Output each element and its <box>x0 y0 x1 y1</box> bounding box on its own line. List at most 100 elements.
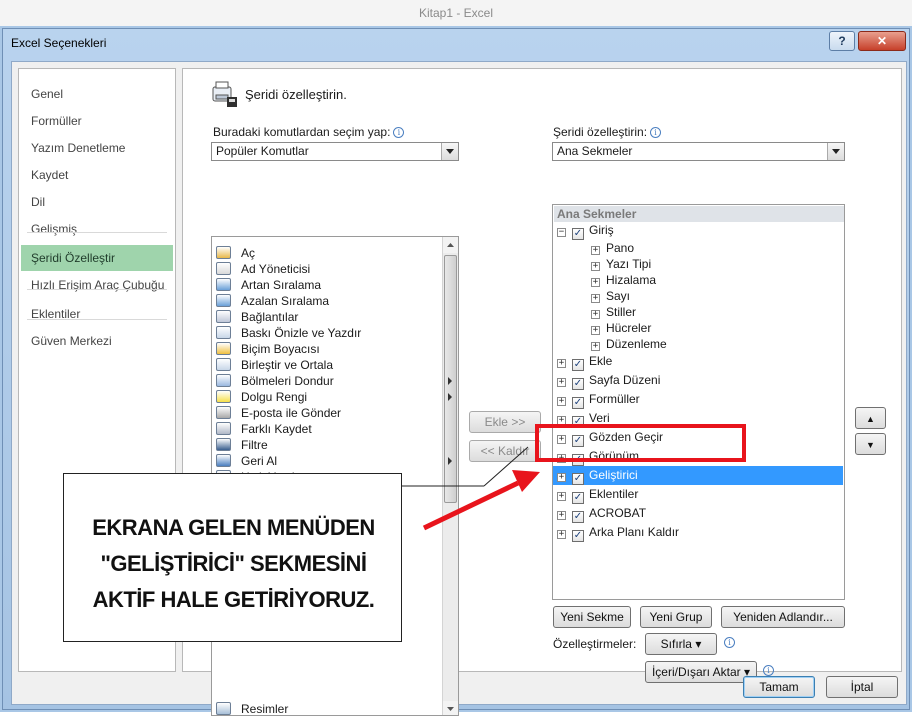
tree-tab-item[interactable]: + ✓ Geliştirici <box>557 466 638 485</box>
command-item[interactable]: Biçim Boyacısı <box>216 341 438 357</box>
expand-icon[interactable]: + <box>591 294 600 303</box>
expand-icon[interactable]: + <box>557 416 566 425</box>
ribbon-target-select[interactable]: Ana Sekmeler <box>552 142 845 161</box>
ribbon-target-label: Şeridi özelleştirin: i <box>553 125 662 139</box>
tree-item-label: Görünüm <box>589 449 640 463</box>
sidebar-item[interactable]: Yazım Denetleme <box>21 135 173 161</box>
command-item[interactable]: Birleştir ve Ortala <box>216 357 438 373</box>
tab-checkbox[interactable]: ✓ <box>572 416 584 428</box>
move-up-button[interactable]: ▲ <box>855 407 886 429</box>
chevron-down-icon[interactable] <box>827 143 844 160</box>
command-item[interactable]: Azalan Sıralama <box>216 293 438 309</box>
new-group-button[interactable]: Yeni Grup <box>640 606 712 628</box>
close-button[interactable]: ✕ <box>858 31 906 51</box>
command-item[interactable]: Bağlantılar <box>216 309 438 325</box>
sidebar-item[interactable]: Dil <box>21 189 173 215</box>
cancel-button[interactable]: İptal <box>826 676 898 698</box>
expand-icon[interactable]: + <box>557 511 566 520</box>
tree-tab-item[interactable]: + ✓ Veri <box>557 409 610 428</box>
expand-icon[interactable]: + <box>557 435 566 444</box>
chevron-down-icon[interactable] <box>441 143 458 160</box>
tab-checkbox[interactable]: ✓ <box>572 397 584 409</box>
tree-group-item[interactable]: + Sayı <box>591 288 630 304</box>
sidebar-item[interactable]: Kaydet <box>21 162 173 188</box>
tab-checkbox[interactable]: ✓ <box>572 511 584 523</box>
expand-icon[interactable]: + <box>591 278 600 287</box>
tree-group-item[interactable]: + Stiller <box>591 304 636 320</box>
command-item[interactable]: Aç <box>216 245 438 261</box>
expand-icon[interactable]: + <box>591 262 600 271</box>
collapse-icon[interactable]: − <box>557 228 566 237</box>
tree-tab-item[interactable]: + ✓ Gözden Geçir <box>557 428 663 447</box>
tree-group-item[interactable]: + Pano <box>591 240 634 256</box>
command-item[interactable]: Ad Yöneticisi <box>216 261 438 277</box>
submenu-arrow-icon <box>448 377 452 385</box>
tree-tab-item[interactable]: + ✓ Arka Planı Kaldır <box>557 523 679 542</box>
ok-button[interactable]: Tamam <box>743 676 815 698</box>
command-item[interactable]: E-posta ile Gönder <box>216 405 438 421</box>
tree-group-item[interactable]: + Yazı Tipi <box>591 256 651 272</box>
tree-tab-item[interactable]: + ✓ Eklentiler <box>557 485 638 504</box>
sidebar-item[interactable]: Şeridi Özelleştir <box>21 245 173 271</box>
command-item[interactable]: Bölmeleri Dondur <box>216 373 452 389</box>
command-item[interactable]: Filtre <box>216 437 438 453</box>
sidebar-item[interactable]: Hızlı Erişim Araç Çubuğu <box>21 272 173 298</box>
commands-source-select[interactable]: Popüler Komutlar <box>211 142 459 161</box>
expand-icon[interactable]: + <box>591 310 600 319</box>
scroll-up-icon[interactable] <box>443 237 458 253</box>
tab-checkbox[interactable]: ✓ <box>572 359 584 371</box>
command-item[interactable]: Baskı Önizle ve Yazdır <box>216 325 438 341</box>
expand-icon[interactable]: + <box>557 530 566 539</box>
tab-checkbox[interactable]: ✓ <box>572 492 584 504</box>
tree-tab-item[interactable]: − ✓ Giriş <box>557 221 614 240</box>
rename-button[interactable]: Yeniden Adlandır... <box>721 606 845 628</box>
tree-group-item[interactable]: + Hizalama <box>591 272 656 288</box>
remove-button[interactable]: << Kaldır <box>469 440 541 462</box>
tree-group-item[interactable]: + Düzenleme <box>591 336 667 352</box>
tree-tab-item[interactable]: + ✓ Sayfa Düzeni <box>557 371 660 390</box>
expand-icon[interactable]: + <box>557 454 566 463</box>
info-icon: i <box>724 637 735 648</box>
annotation-line: "GELİŞTİRİCİ" SEKMESİNİ <box>100 551 367 576</box>
tree-tab-item[interactable]: + ✓ Görünüm <box>557 447 639 466</box>
tree-item-label: Geliştirici <box>589 468 638 482</box>
command-item[interactable]: Farklı Kaydet <box>216 421 438 437</box>
expand-icon[interactable]: + <box>591 326 600 335</box>
sidebar-item[interactable]: Güven Merkezi <box>21 328 173 354</box>
tab-checkbox[interactable]: ✓ <box>572 228 584 240</box>
add-button[interactable]: Ekle >> <box>469 411 541 433</box>
expand-icon[interactable]: + <box>557 473 566 482</box>
commands-scrollbar[interactable] <box>442 237 458 715</box>
command-item[interactable]: Artan Sıralama <box>216 277 438 293</box>
tab-checkbox[interactable]: ✓ <box>572 473 584 485</box>
expand-icon[interactable]: + <box>591 246 600 255</box>
tab-checkbox[interactable]: ✓ <box>572 454 584 466</box>
expand-icon[interactable]: + <box>557 492 566 501</box>
import-export-button[interactable]: İçeri/Dışarı Aktar ▾ <box>645 661 757 683</box>
scroll-down-icon[interactable] <box>443 701 458 715</box>
command-item[interactable]: Geri Al <box>216 453 452 469</box>
tab-checkbox[interactable]: ✓ <box>572 530 584 542</box>
help-button[interactable]: ? <box>829 31 855 51</box>
tree-item-label: Giriş <box>589 223 614 237</box>
tree-tab-item[interactable]: + ✓ ACROBAT <box>557 504 646 523</box>
tree-tab-item[interactable]: + ✓ Formüller <box>557 390 640 409</box>
expand-icon[interactable]: + <box>557 397 566 406</box>
sidebar-item[interactable]: Genel <box>21 81 173 107</box>
tab-checkbox[interactable]: ✓ <box>572 378 584 390</box>
command-item[interactable]: Resimler <box>216 701 438 715</box>
reset-button[interactable]: Sıfırla ▾ <box>645 633 717 655</box>
sidebar-item[interactable]: Formüller <box>21 108 173 134</box>
tab-checkbox[interactable]: ✓ <box>572 435 584 447</box>
expand-icon[interactable]: + <box>591 342 600 351</box>
expand-icon[interactable]: + <box>557 378 566 387</box>
sidebar-item[interactable]: Gelişmiş <box>21 216 173 242</box>
sidebar-item[interactable]: Eklentiler <box>21 301 173 327</box>
ribbon-tabs-tree[interactable]: Ana Sekmeler − ✓ Giriş + Pano + Yazı Tipi + Hiza… <box>552 204 845 600</box>
new-tab-button[interactable]: Yeni Sekme <box>553 606 631 628</box>
command-item[interactable]: Dolgu Rengi <box>216 389 452 405</box>
move-down-button[interactable]: ▼ <box>855 433 886 455</box>
tree-group-item[interactable]: + Hücreler <box>591 320 651 336</box>
tree-tab-item[interactable]: + ✓ Ekle <box>557 352 612 371</box>
expand-icon[interactable]: + <box>557 359 566 368</box>
